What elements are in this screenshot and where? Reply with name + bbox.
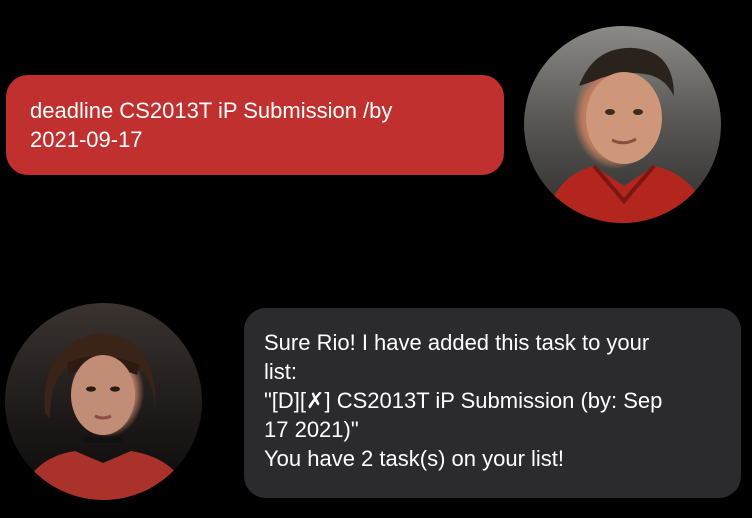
user-message-bubble: deadline CS2013T iP Submission /by 2021-…	[6, 75, 504, 175]
user-message-line: deadline CS2013T iP Submission /by	[30, 98, 393, 123]
user-avatar-image	[544, 47, 709, 223]
bot-message-line: Sure Rio! I have added this task to your	[264, 330, 650, 355]
bot-message-line: "[D][✗] CS2013T iP Submission (by: Sep	[264, 388, 663, 413]
bot-message-line: 17 2021)"	[264, 417, 359, 442]
user-message-line: 2021-09-17	[30, 127, 143, 152]
bot-message-bubble: Sure Rio! I have added this task to your…	[244, 308, 741, 498]
user-avatar	[524, 26, 721, 223]
bot-message-line: You have 2 task(s) on your list!	[264, 446, 565, 471]
bot-avatar-image	[20, 333, 190, 500]
bot-avatar	[5, 303, 202, 500]
chat-window: deadline CS2013T iP Submission /by 2021-…	[0, 0, 752, 518]
bot-message-line: list:	[264, 359, 297, 384]
